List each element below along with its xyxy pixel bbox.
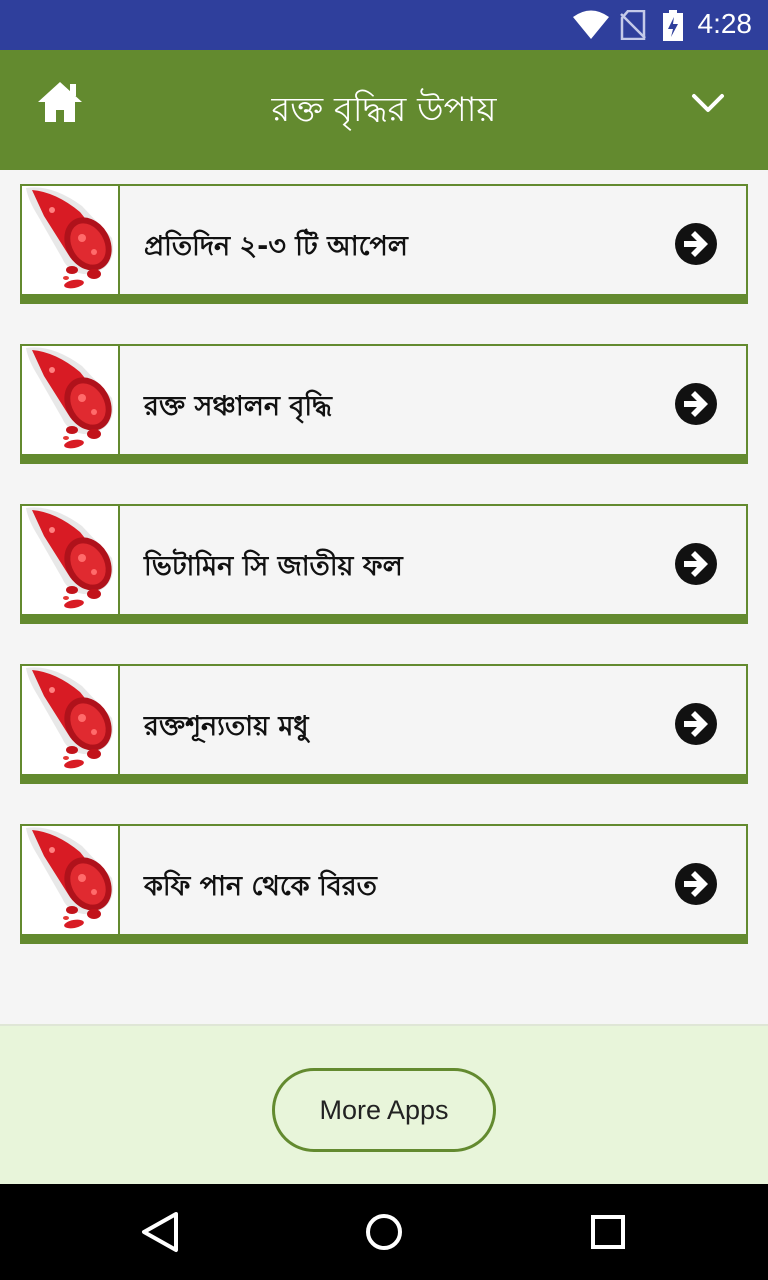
card-divider xyxy=(20,614,748,624)
arrow-right-circle-icon[interactable] xyxy=(674,862,718,906)
blood-vessel-icon xyxy=(22,826,120,934)
list-item[interactable]: ভিটামিন সি জাতীয় ফল xyxy=(20,504,748,624)
wifi-icon xyxy=(573,10,609,39)
chevron-down-icon[interactable] xyxy=(688,86,728,118)
list-item[interactable]: রক্ত সঞ্চালন বৃদ্ধি xyxy=(20,344,748,464)
status-bar: 4:28 xyxy=(0,0,768,50)
app-toolbar: রক্ত বৃদ্ধির উপায় xyxy=(0,50,768,170)
page-title: রক্ত বৃদ্ধির উপায় xyxy=(271,90,497,130)
topic-list: প্রতিদিন ২-৩ টি আপেল রক্ত সঞ্চালন বৃদ্ধি… xyxy=(20,184,748,984)
card-divider xyxy=(20,294,748,304)
list-item-label: রক্তশূন্যতায় মধু xyxy=(144,711,309,742)
list-item-label: ভিটামিন সি জাতীয় ফল xyxy=(144,551,403,582)
arrow-right-circle-icon[interactable] xyxy=(674,542,718,586)
clock: 4:28 xyxy=(697,8,753,39)
arrow-right-circle-icon[interactable] xyxy=(674,382,718,426)
list-item[interactable]: প্রতিদিন ২-৩ টি আপেল xyxy=(20,184,748,304)
arrow-right-circle-icon[interactable] xyxy=(674,702,718,746)
list-item-label: রক্ত সঞ্চালন বৃদ্ধি xyxy=(144,391,332,422)
back-icon[interactable] xyxy=(136,1208,184,1256)
more-apps-button[interactable]: More Apps xyxy=(272,1068,496,1152)
blood-vessel-icon xyxy=(22,186,120,294)
footer-panel: More Apps xyxy=(0,1024,768,1184)
list-item-label: প্রতিদিন ২-৩ টি আপেল xyxy=(144,231,408,262)
card-divider xyxy=(20,934,748,944)
card-divider xyxy=(20,774,748,784)
no-sim-icon xyxy=(620,10,646,40)
blood-vessel-icon xyxy=(22,346,120,454)
card-divider xyxy=(20,454,748,464)
list-item[interactable]: কফি পান থেকে বিরত xyxy=(20,824,748,944)
list-item-label: কফি পান থেকে বিরত xyxy=(144,871,377,902)
blood-vessel-icon xyxy=(22,506,120,614)
arrow-right-circle-icon[interactable] xyxy=(674,222,718,266)
battery-charging-icon xyxy=(663,10,683,41)
system-nav-bar xyxy=(0,1184,768,1280)
home-circle-icon[interactable] xyxy=(360,1208,408,1256)
blood-vessel-icon xyxy=(22,666,120,774)
recents-icon[interactable] xyxy=(584,1208,632,1256)
list-item[interactable]: রক্তশূন্যতায় মধু xyxy=(20,664,748,784)
